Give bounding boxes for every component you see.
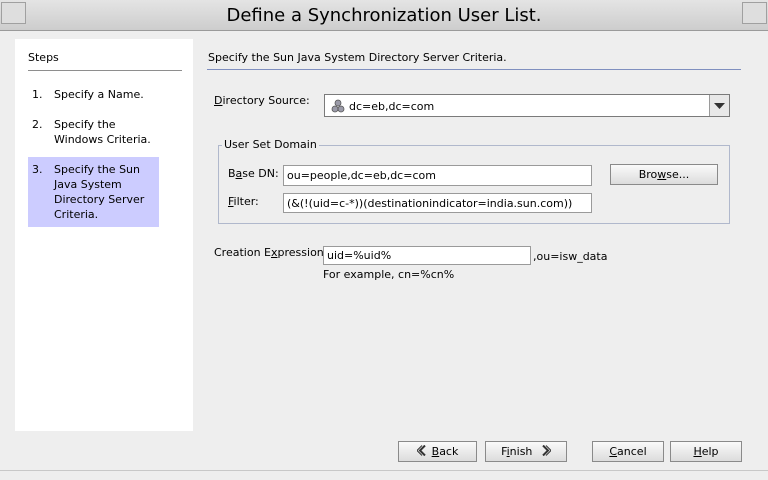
creation-expression-suffix: ,ou=isw_data [533,250,608,263]
directory-source-value: dc=eb,dc=com [349,100,435,113]
creation-expression-field[interactable]: uid=%uid% [323,246,531,265]
base-dn-label: Base DN: [228,167,279,180]
filter-label: Filter: [228,195,259,208]
steps-divider [28,70,182,71]
steps-title: Steps [28,51,59,64]
browse-button[interactable]: Browse... [610,164,718,185]
filter-field[interactable]: (&(!(uid=c-*))(destinationindicator=indi… [283,193,592,213]
chevron-left-icon [415,443,427,462]
directory-server-icon [331,99,345,116]
heading-divider [207,69,741,70]
finish-button[interactable]: Finish [485,441,567,462]
help-button[interactable]: Help [670,441,742,462]
chevron-down-icon[interactable] [709,95,729,116]
step-item-3-active: 3. Specify the Sun Java System Directory… [28,157,159,227]
cancel-button[interactable]: Cancel [592,441,664,462]
bottom-border [0,470,768,471]
directory-source-label: Directory Source: [214,94,310,107]
user-set-domain-legend: User Set Domain [222,138,319,151]
directory-source-select[interactable]: dc=eb,dc=com [324,94,730,117]
step-item-1: 1. Specify a Name. [28,87,159,103]
page-heading: Specify the Sun Java System Directory Se… [208,51,507,64]
step-label: Specify a Name. [54,88,144,101]
base-dn-field[interactable]: ou=people,dc=eb,dc=com [283,165,592,186]
step-number: 1. [32,88,43,101]
back-button[interactable]: Back [398,441,477,462]
step-label: Specify the Windows Criteria. [54,118,151,146]
step-label: Specify the Sun Java System Directory Se… [54,163,145,221]
creation-expression-example: For example, cn=%cn% [323,268,455,281]
step-number: 3. [32,163,43,176]
step-number: 2. [32,118,43,131]
step-item-2: 2. Specify the Windows Criteria. [28,117,159,149]
window-title: Define a Synchronization User List. [226,5,542,26]
chevron-right-icon [541,443,552,462]
creation-expression-label: Creation Expression: [214,246,328,259]
